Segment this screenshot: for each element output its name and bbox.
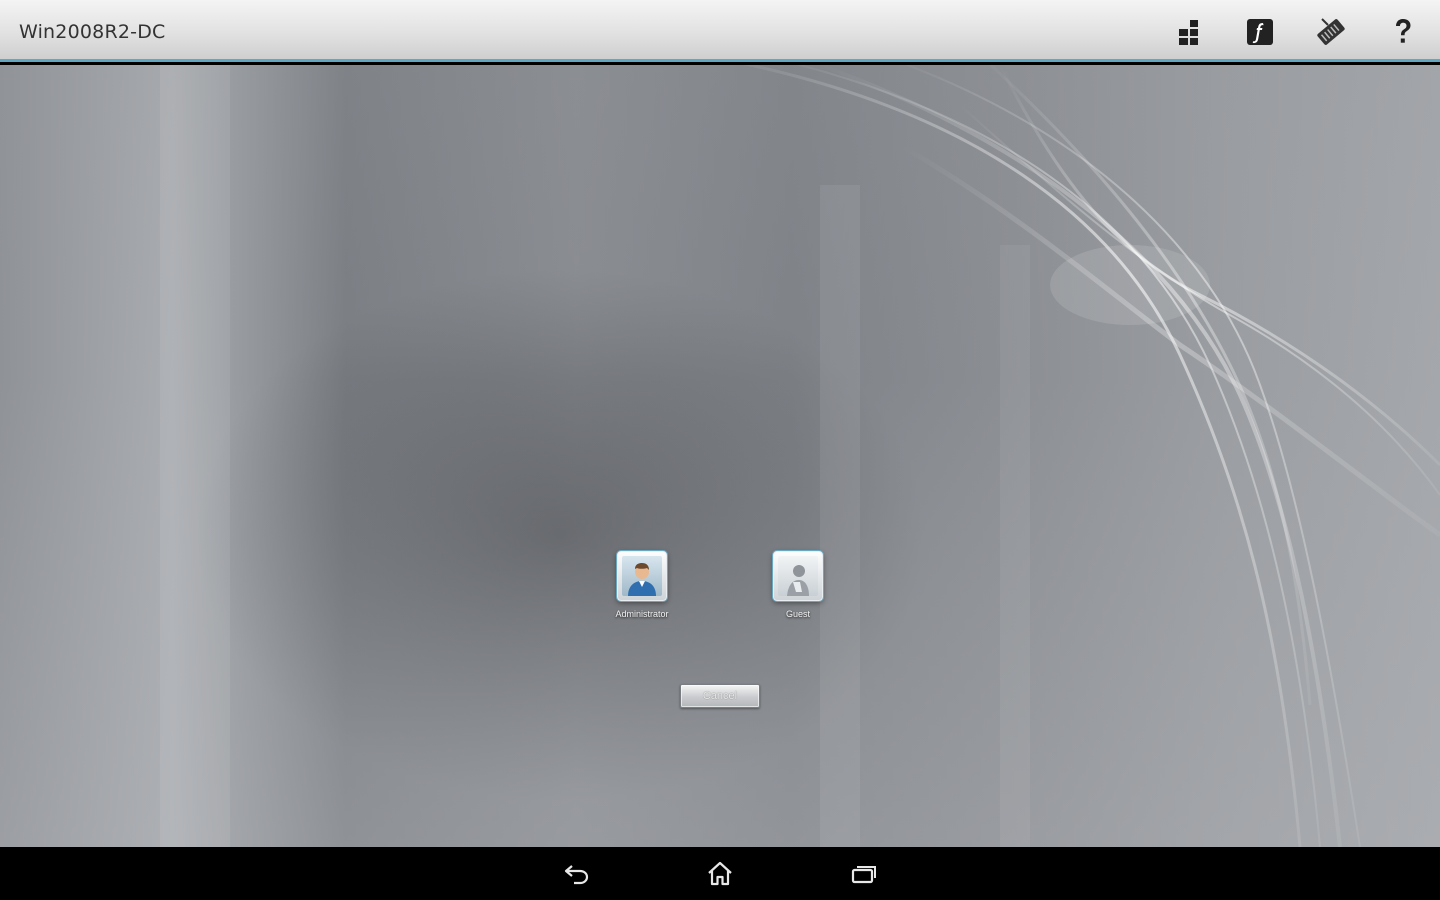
extra-keys-button[interactable]: [1307, 10, 1355, 54]
administrator-avatar-icon: [622, 556, 662, 596]
user-name-guest: Guest: [785, 609, 810, 619]
system-navigation-bar: [0, 847, 1440, 900]
guest-avatar-icon: [778, 556, 818, 596]
home-button[interactable]: [696, 859, 744, 889]
app-title: Win2008R2-DC: [19, 21, 166, 43]
home-icon: [708, 861, 732, 886]
keyboard-grid-icon: [1179, 20, 1198, 45]
help-button[interactable]: [1379, 10, 1427, 54]
back-button[interactable]: [553, 859, 601, 889]
user-tile-guest[interactable]: Guest: [750, 551, 846, 619]
back-icon: [564, 865, 589, 885]
user-tile-administrator[interactable]: Administrator: [594, 551, 690, 619]
user-picture-frame: [617, 551, 667, 601]
remote-desktop-view[interactable]: Administrator Guest Cancel: [0, 65, 1440, 847]
recent-apps-icon: [851, 866, 876, 884]
keyboard-grid-button[interactable]: [1165, 10, 1213, 54]
wallpaper-light-streaks: [160, 65, 1440, 847]
cancel-button[interactable]: Cancel: [680, 684, 760, 708]
function-keys-button[interactable]: [1236, 10, 1284, 54]
extra-keys-icon: [1317, 18, 1345, 45]
help-icon: [1396, 19, 1411, 43]
app-toolbar: Win2008R2-DC: [0, 0, 1440, 62]
recent-apps-button[interactable]: [840, 859, 888, 889]
function-keys-icon: [1247, 19, 1273, 45]
user-name-administrator: Administrator: [615, 609, 669, 619]
user-picture-frame: [773, 551, 823, 601]
